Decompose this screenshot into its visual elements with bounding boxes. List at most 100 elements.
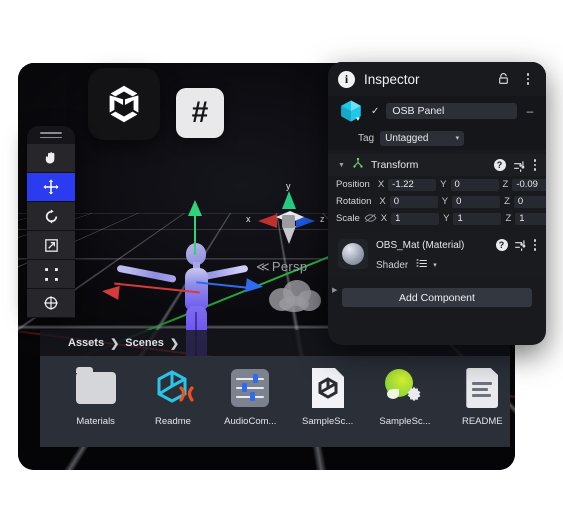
axis-label-y: Y [441, 196, 449, 207]
hand-tool-button[interactable] [27, 144, 75, 173]
transform-component-header[interactable]: ▼ Transform ? [328, 154, 546, 176]
unity-scene-icon [306, 366, 350, 410]
breadcrumb-separator: ❯ [110, 337, 120, 350]
transform-scale-row[interactable]: Scale X 1 Y 1 Z 1 [328, 210, 546, 227]
scale-y-input[interactable]: 1 [453, 212, 502, 225]
axis-label-z: Z [504, 196, 510, 207]
inspector-title: Inspector [364, 71, 420, 87]
gizmo-label-z: z [320, 214, 325, 224]
lock-icon[interactable] [495, 71, 511, 87]
gizmo-cone-x[interactable] [258, 214, 277, 228]
kebab-menu-icon[interactable] [533, 239, 536, 251]
assets-grid: Materials Readme AudioCom... SampleSc...… [40, 356, 510, 447]
asset-item-materials[interactable]: Materials [68, 366, 123, 427]
component-title: Transform [370, 159, 419, 171]
rotation-z-input[interactable]: 0 [513, 195, 546, 208]
axis-label-z: Z [505, 213, 512, 224]
position-x-input[interactable]: -1.22 [388, 178, 437, 191]
unity-prefab-icon [151, 366, 195, 410]
audio-mixer-icon [228, 366, 272, 410]
cloud-object[interactable] [263, 278, 325, 312]
enabled-checkbox[interactable]: ✓ [371, 106, 379, 117]
kebab-menu-icon[interactable] [520, 71, 536, 87]
material-expand-triangle-icon[interactable]: ▶ [332, 286, 337, 294]
asset-item-readme-doc[interactable]: README [455, 366, 510, 427]
asset-item-readme-prefab[interactable]: Readme [145, 366, 200, 427]
rotation-x-input[interactable]: 0 [389, 195, 438, 208]
help-icon[interactable]: ? [495, 239, 508, 251]
unity-logo-tile[interactable] [88, 68, 160, 140]
scene-orientation-gizmo[interactable]: y x z [246, 181, 332, 261]
gizmo-center-cube[interactable] [282, 215, 295, 228]
material-sphere-icon [342, 243, 364, 265]
csharp-tile[interactable]: # [176, 88, 224, 138]
scale-z-input[interactable]: 1 [515, 212, 546, 225]
expand-triangle-icon[interactable]: ▼ [338, 162, 345, 169]
asset-label: SampleSc... [302, 416, 354, 427]
gizmo-cone-y-negative[interactable] [282, 226, 296, 244]
gameobject-name-input[interactable]: OSB Panel [386, 103, 517, 119]
text-document-icon [460, 366, 504, 410]
material-preview[interactable] [338, 239, 368, 269]
move-icon [43, 179, 59, 195]
gizmo-label-x: x [246, 214, 251, 224]
help-icon[interactable]: ? [493, 159, 506, 171]
transform-rotation-row[interactable]: Rotation X 0 Y 0 Z 0 [328, 193, 546, 210]
camera-projection-label[interactable]: ≪ Persp [256, 259, 307, 275]
tag-row[interactable]: Tag Untagged ▾ [328, 126, 546, 150]
axis-label-y: Y [440, 179, 447, 190]
preset-icon[interactable] [514, 239, 528, 251]
breadcrumb-item-scenes[interactable]: Scenes [125, 337, 164, 349]
move-gizmo-z-arrow[interactable] [245, 278, 264, 294]
unity-editor-mockup: y x z ≪ Persp Assets ❯ Scenes ❯ Material… [0, 0, 563, 506]
scale-tool-button[interactable] [27, 231, 75, 260]
preset-icon[interactable] [513, 159, 527, 172]
asset-item-sample-scene[interactable]: SampleSc... [300, 366, 355, 427]
inspector-panel[interactable]: i Inspector ✓ OSB Panel – Tag Untagged ▾… [328, 62, 546, 345]
assets-browser[interactable]: Assets ❯ Scenes ❯ Materials Readme Audio… [40, 330, 510, 447]
shader-list-icon [416, 256, 428, 274]
transform-tool-button[interactable] [27, 289, 75, 318]
axis-label-x: X [377, 179, 385, 190]
gizmo-label-y: y [286, 181, 291, 191]
asset-label: Readme [155, 416, 191, 427]
asset-item-lighting-settings[interactable]: SampleSc... [377, 366, 432, 427]
material-component[interactable]: OBS_Mat (Material) ? Shader ▾ [328, 233, 546, 278]
axis-label-z: Z [502, 179, 509, 190]
rotation-y-input[interactable]: 0 [452, 195, 501, 208]
breadcrumb-separator: ❯ [169, 337, 180, 350]
row-label: Position [336, 179, 370, 190]
position-z-input[interactable]: -0.09 [512, 178, 546, 191]
transform-position-row[interactable]: Position X -1.22 Y 0 Z -0.09 [328, 176, 546, 193]
scale-x-input[interactable]: 1 [391, 212, 440, 225]
rotate-tool-button[interactable] [27, 202, 75, 231]
add-component-button[interactable]: Add Component [342, 288, 532, 307]
shader-dropdown[interactable]: ▾ [416, 256, 437, 274]
gizmo-cone-y[interactable] [282, 191, 296, 209]
asset-item-audio-mixer[interactable]: AudioCom... [223, 366, 278, 427]
move-tool-button[interactable] [27, 173, 75, 202]
move-gizmo-y-arrow[interactable] [188, 200, 202, 216]
rect-transform-tool-button[interactable] [27, 260, 75, 289]
gameobject-header-row[interactable]: ✓ OSB Panel – [328, 96, 546, 126]
move-gizmo-x-arrow[interactable] [101, 284, 120, 300]
breadcrumb-item-assets[interactable]: Assets [68, 337, 104, 349]
asset-label: README [461, 416, 503, 427]
drag-handle-icon[interactable] [40, 132, 62, 139]
collapse-icon[interactable]: – [524, 104, 536, 118]
axis-label-x: X [380, 213, 388, 224]
tag-dropdown[interactable]: Untagged ▾ [380, 130, 465, 146]
row-label: Scale [336, 213, 360, 224]
kebab-menu-icon[interactable] [533, 159, 536, 171]
asset-label: Materials [76, 416, 115, 427]
material-title-row: OBS_Mat (Material) ? [376, 239, 536, 251]
asset-label: AudioCom... [224, 416, 277, 427]
row-label: Rotation [336, 196, 372, 207]
constrain-proportions-icon[interactable] [364, 213, 377, 225]
hand-icon [45, 151, 54, 163]
position-y-input[interactable]: 0 [450, 178, 499, 191]
chevron-down-icon: ▾ [455, 135, 460, 142]
shader-row[interactable]: Shader ▾ [376, 256, 536, 274]
tag-value: Untagged [385, 132, 429, 144]
scene-tools-toolbar[interactable] [27, 126, 75, 318]
